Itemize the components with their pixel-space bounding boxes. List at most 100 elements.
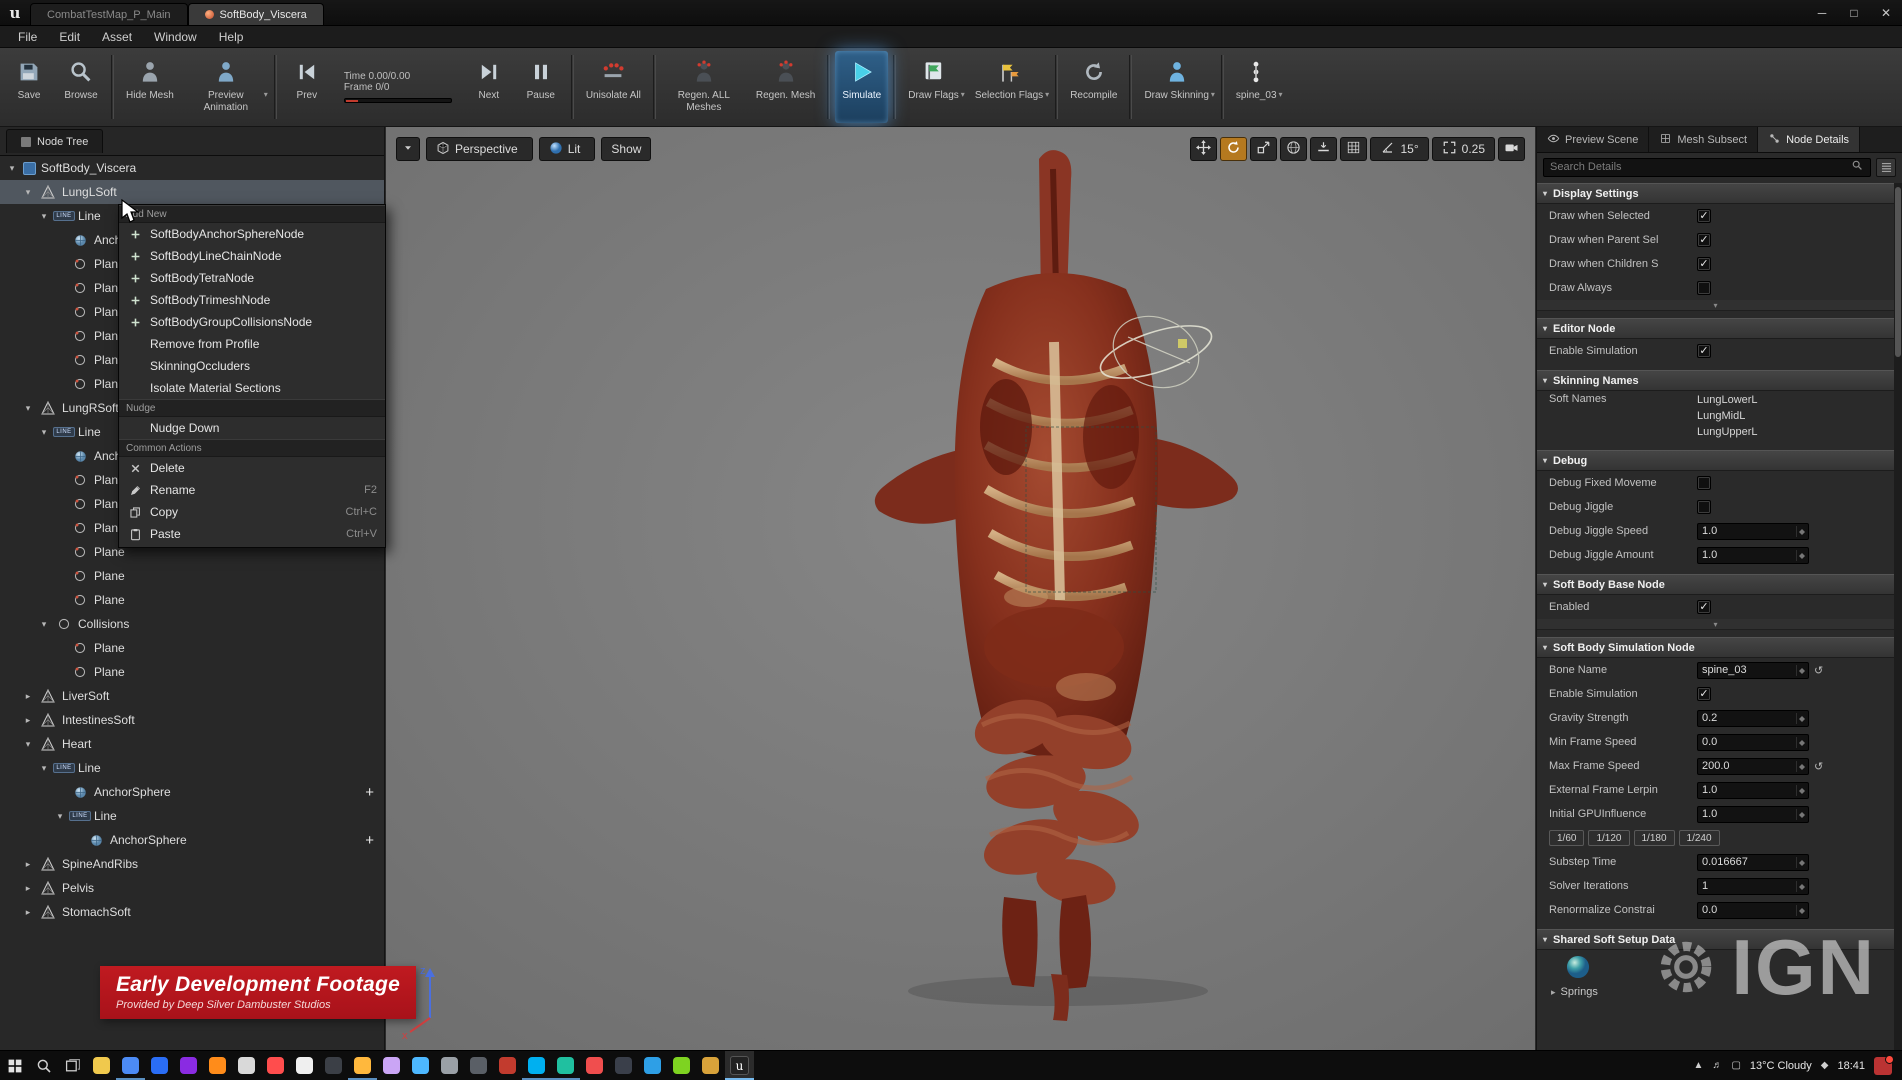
weather-widget[interactable]: 13°C Cloudy	[1750, 1060, 1812, 1072]
spinner-icon[interactable]	[1796, 713, 1804, 724]
add-node-button[interactable]: +	[365, 784, 374, 801]
section-collapse-arrow[interactable]: ▾	[1543, 456, 1547, 465]
menu-asset[interactable]: Asset	[92, 28, 142, 46]
tree-item-liversoft[interactable]: ▸LiverSoft	[0, 684, 384, 708]
tree-item-plane[interactable]: Plane	[0, 588, 384, 612]
taskbar-app-icon[interactable]	[406, 1051, 435, 1080]
dropdown-caret-icon[interactable]: ▾	[961, 90, 965, 99]
tree-item-plane[interactable]: Plane	[0, 636, 384, 660]
taskbar-app-icon[interactable]	[580, 1051, 609, 1080]
section-collapse-arrow[interactable]: ▾	[1543, 643, 1547, 652]
dropdown-caret-icon[interactable]: ▾	[264, 90, 268, 99]
context-menu-item-remove-from-profile[interactable]: Remove from Profile	[119, 333, 385, 355]
dropdown-caret-icon[interactable]: ▾	[1045, 90, 1049, 99]
section-collapse-arrow[interactable]: ▾	[1543, 324, 1547, 333]
pause-button[interactable]: Pause	[516, 51, 566, 123]
property-checkbox[interactable]	[1697, 500, 1711, 514]
add-node-button[interactable]: +	[365, 832, 374, 849]
fps-preset-1-120-button[interactable]: 1/120	[1588, 830, 1629, 846]
scrollbar-thumb[interactable]	[1895, 187, 1901, 357]
fps-preset-1-240-button[interactable]: 1/240	[1679, 830, 1720, 846]
dropdown-caret-icon[interactable]: ▾	[1279, 90, 1283, 99]
context-menu-item-paste[interactable]: PasteCtrl+V	[119, 523, 385, 545]
save-button[interactable]: Save	[4, 51, 54, 123]
property-input[interactable]: 1.0	[1697, 782, 1809, 799]
next-button[interactable]: Next	[464, 51, 514, 123]
prev-button[interactable]: Prev	[282, 51, 332, 123]
context-menu-item-delete[interactable]: Delete	[119, 457, 385, 479]
section-collapse-arrow[interactable]: ▾	[1543, 580, 1547, 589]
tree-expand-arrow[interactable]: ▾	[6, 163, 18, 174]
section-header-soft-body-base-node[interactable]: ▾Soft Body Base Node	[1537, 574, 1894, 595]
taskbar-task-view-icon[interactable]	[58, 1051, 87, 1080]
section-collapse-arrow[interactable]: ▾	[1543, 189, 1547, 198]
menu-file[interactable]: File	[8, 28, 47, 46]
section-collapse-arrow[interactable]: ▾	[1543, 935, 1547, 944]
maximize-button[interactable]: □	[1838, 0, 1870, 25]
context-menu-item-copy[interactable]: CopyCtrl+C	[119, 501, 385, 523]
show-flags-menu[interactable]: Show	[601, 137, 651, 161]
grid-snap-toggle[interactable]	[1340, 137, 1367, 161]
context-menu-item-softbodyanchorspherenode[interactable]: SoftBodyAnchorSphereNode	[119, 223, 385, 245]
close-button[interactable]: ✕	[1870, 0, 1902, 25]
tree-expand-arrow[interactable]: ▾	[38, 211, 50, 222]
translate-tool[interactable]	[1190, 137, 1217, 161]
regen-mesh-button[interactable]: Regen. Mesh	[749, 51, 822, 123]
property-checkbox[interactable]: ✓	[1697, 209, 1711, 223]
context-menu-item-softbodytetranode[interactable]: SoftBodyTetraNode	[119, 267, 385, 289]
property-input[interactable]: 0.2	[1697, 710, 1809, 727]
timeline-slider[interactable]	[344, 98, 452, 103]
taskbar-app-icon[interactable]	[696, 1051, 725, 1080]
draw-skinning-button[interactable]: Draw Skinning▾	[1137, 51, 1215, 123]
tree-item-plane[interactable]: Plane	[0, 564, 384, 588]
taskbar-app-icon[interactable]	[348, 1051, 377, 1080]
section-header-skinning-names[interactable]: ▾Skinning Names	[1537, 370, 1894, 391]
section-header-editor-node[interactable]: ▾Editor Node	[1537, 318, 1894, 339]
property-checkbox[interactable]	[1697, 281, 1711, 295]
selection-flags-button[interactable]: Selection Flags▾	[968, 51, 1050, 123]
scale-snap[interactable]: 0.25	[1432, 137, 1495, 161]
property-input[interactable]: 0.0	[1697, 902, 1809, 919]
property-checkbox[interactable]	[1697, 476, 1711, 490]
reset-to-default-button[interactable]: ↺	[1814, 760, 1823, 773]
clock[interactable]: 18:41	[1837, 1060, 1865, 1072]
tree-expand-arrow[interactable]: ▾	[38, 427, 50, 438]
taskbar-app-icon[interactable]	[116, 1051, 145, 1080]
property-input[interactable]: 0.0	[1697, 734, 1809, 751]
fps-preset-1-60-button[interactable]: 1/60	[1549, 830, 1584, 846]
taskbar-app-icon[interactable]	[232, 1051, 261, 1080]
tree-expand-arrow[interactable]: ▸	[22, 883, 34, 894]
regen-all-meshes-button[interactable]: Regen. ALL Meshes	[661, 51, 747, 123]
taskbar-app-icon[interactable]	[261, 1051, 290, 1080]
tree-item-line[interactable]: ▾LINELine	[0, 804, 384, 828]
property-checkbox[interactable]: ✓	[1697, 600, 1711, 614]
tray-volume-icon[interactable]: ♬	[1712, 1060, 1722, 1071]
tree-expand-arrow[interactable]: ▾	[54, 811, 66, 822]
property-input[interactable]: 1	[1697, 878, 1809, 895]
context-menu-item-softbodytrimeshnode[interactable]: SoftBodyTrimeshNode	[119, 289, 385, 311]
tab-preview-scene[interactable]: Preview Scene	[1537, 127, 1649, 152]
tree-expand-arrow[interactable]: ▾	[38, 619, 50, 630]
spinner-icon[interactable]	[1796, 785, 1804, 796]
perspective-selector[interactable]: Perspective	[426, 137, 533, 161]
spinner-icon[interactable]	[1796, 526, 1804, 537]
taskbar-search-icon[interactable]	[29, 1051, 58, 1080]
property-input[interactable]: 1.0	[1697, 547, 1809, 564]
document-tab-softbody-viscera[interactable]: SoftBody_Viscera	[188, 3, 324, 25]
rotation-snap[interactable]: 15°	[1370, 137, 1428, 161]
menu-window[interactable]: Window	[144, 28, 207, 46]
tree-item-pelvis[interactable]: ▸Pelvis	[0, 876, 384, 900]
tab-node-details[interactable]: Node Details	[1758, 127, 1860, 152]
tree-item-softbody-viscera[interactable]: ▾SoftBody_Viscera	[0, 156, 384, 180]
tree-item-heart[interactable]: ▾Heart	[0, 732, 384, 756]
tree-expand-arrow[interactable]: ▸	[22, 907, 34, 918]
viewport[interactable]: PerspectiveLitShow 15°0.25 z x	[386, 127, 1535, 1050]
tree-expand-arrow[interactable]: ▾	[22, 739, 34, 750]
simulate-button[interactable]: Simulate	[835, 51, 888, 123]
preview-animation-button[interactable]: Preview Animation▾	[183, 51, 269, 123]
property-input[interactable]: 1.0	[1697, 523, 1809, 540]
tree-expand-arrow[interactable]: ▸	[22, 691, 34, 702]
context-menu-item-softbodylinechainnode[interactable]: SoftBodyLineChainNode	[119, 245, 385, 267]
menu-edit[interactable]: Edit	[49, 28, 90, 46]
taskbar-app-icon[interactable]	[667, 1051, 696, 1080]
